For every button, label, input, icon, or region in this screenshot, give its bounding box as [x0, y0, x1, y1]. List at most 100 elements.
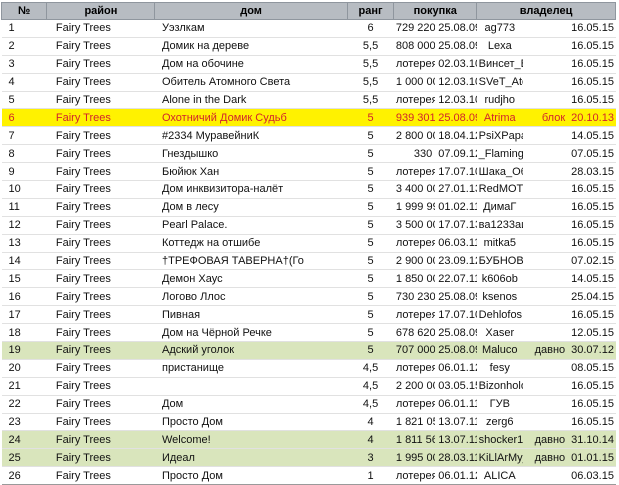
row-house[interactable]	[155, 377, 347, 395]
row-house[interactable]: Домик на дереве	[155, 37, 347, 55]
row-num[interactable]: 10	[2, 181, 47, 199]
row-district[interactable]: Fairy Trees	[46, 430, 155, 449]
row-owner-date[interactable]: 16.05.15	[569, 377, 615, 395]
row-num[interactable]: 21	[2, 377, 47, 395]
row-district[interactable]: Fairy Trees	[47, 306, 155, 324]
row-house[interactable]: Дом	[155, 395, 347, 413]
row-owner[interactable]: zerg6	[477, 413, 523, 431]
row-district[interactable]: Fairy Trees	[47, 252, 155, 270]
row-district[interactable]: Fairy Trees	[46, 108, 155, 127]
row-rank[interactable]: 5	[347, 341, 394, 360]
row-purchase-date[interactable]: 27.01.13	[435, 181, 476, 199]
row-district[interactable]: Fairy Trees	[47, 377, 155, 395]
row-rank[interactable]: 4,5	[347, 359, 394, 377]
row-owner-date[interactable]: 16.05.15	[569, 234, 615, 252]
row-note[interactable]: давно	[522, 341, 570, 360]
row-num[interactable]: 6	[1, 108, 47, 127]
row-num[interactable]: 3	[2, 55, 47, 73]
row-house[interactable]: #2334 МуравейниК	[155, 127, 347, 145]
row-num[interactable]: 7	[2, 127, 47, 145]
row-purchase-date[interactable]: 25.08.09	[435, 324, 476, 342]
row-house[interactable]: пристанище	[155, 359, 347, 377]
row-num[interactable]: 16	[2, 288, 47, 306]
row-purchase-date[interactable]: 17.07.10	[435, 306, 476, 324]
row-num[interactable]: 23	[2, 413, 47, 431]
row-house[interactable]: Демон Хаус	[155, 270, 347, 288]
row-num[interactable]: 18	[2, 324, 47, 342]
table-row[interactable]: 9Fairy TreesБюйюк Хан5лотерея17.07.10Шак…	[1, 163, 616, 181]
table-row[interactable]: 21Fairy Trees 4,52 200 00003.05.15Bizonho…	[1, 377, 616, 396]
row-district[interactable]: Fairy Trees	[47, 413, 155, 431]
row-purchase-date[interactable]: 25.08.09	[435, 37, 476, 55]
row-purchase-date[interactable]: 18.04.12	[435, 127, 476, 145]
row-num[interactable]: 9	[2, 163, 47, 181]
table-row[interactable]: 13 Fairy Trees Коттедж на отшибе 5 лотерея 06…	[1, 234, 616, 253]
row-note[interactable]	[523, 216, 569, 234]
row-num[interactable]: 1	[2, 20, 47, 38]
table-row[interactable]: 1Fairy TreesУэзлкам6729 22025.08.09ag773…	[1, 20, 616, 38]
row-owner[interactable]: ksenos	[477, 288, 523, 306]
row-house[interactable]: Коттедж на отшибе	[155, 234, 347, 252]
row-rank[interactable]: 5	[347, 252, 394, 270]
row-house[interactable]: †ТРЕФОВАЯ ТАВЕРНА†(Го	[155, 252, 347, 270]
row-note[interactable]	[523, 234, 569, 252]
row-owner-date[interactable]: 16.05.15	[569, 216, 615, 234]
row-house[interactable]: Уэзлкам	[155, 20, 347, 38]
row-purchase-date[interactable]: 25.08.09	[435, 341, 477, 360]
row-rank[interactable]: 5	[347, 127, 394, 145]
row-owner[interactable]: ДимаГ	[477, 198, 523, 216]
row-price[interactable]: 2 900 000	[394, 252, 435, 270]
row-num[interactable]: 24	[1, 430, 47, 449]
row-note[interactable]	[523, 270, 569, 288]
row-owner[interactable]: RedMOTODragon	[477, 181, 523, 199]
row-note[interactable]	[523, 37, 569, 55]
row-note[interactable]	[523, 413, 569, 431]
row-num[interactable]: 15	[2, 270, 47, 288]
row-owner[interactable]: Шака_Обре	[477, 163, 523, 181]
row-owner-date[interactable]: 16.05.15	[569, 181, 615, 199]
row-house[interactable]: Адский уголок	[154, 341, 348, 360]
row-price[interactable]: 1 000 000	[394, 73, 435, 91]
row-price[interactable]: лотерея	[394, 359, 435, 377]
row-owner[interactable]: mitka5	[477, 234, 523, 252]
row-owner[interactable]: ГУВ	[477, 395, 523, 413]
row-num[interactable]: 5	[2, 91, 47, 109]
row-owner-date[interactable]: 16.05.15	[569, 20, 615, 38]
row-purchase-date[interactable]: 22.07.11	[435, 270, 476, 288]
row-owner-date[interactable]: 08.05.15	[569, 359, 615, 377]
table-row[interactable]: 5 Fairy Trees Alone in the Dark 5,5 лотерея 1…	[1, 91, 616, 109]
row-owner[interactable]: k606ob	[477, 270, 523, 288]
row-owner[interactable]: Bizonholod	[477, 377, 523, 395]
row-note[interactable]	[523, 288, 569, 306]
row-note[interactable]	[523, 377, 569, 395]
table-row[interactable]: 12Fairy TreesPearl Palace.53 500 00017.0…	[1, 216, 616, 235]
row-price[interactable]: лотерея	[394, 306, 435, 324]
row-owner[interactable]: ва1233аи	[477, 216, 523, 234]
row-house[interactable]: Alone in the Dark	[155, 91, 347, 109]
row-price[interactable]: 730 230	[394, 288, 435, 306]
row-rank[interactable]: 4,5	[347, 377, 394, 395]
table-row[interactable]: 19 Fairy Trees Адский уголок 5 707 000 25.08.…	[1, 341, 616, 360]
row-num[interactable]: 17	[2, 306, 47, 324]
row-rank[interactable]: 5	[347, 145, 394, 163]
row-owner-date[interactable]: 14.05.15	[569, 127, 615, 145]
table-row[interactable]: 2 Fairy Trees Домик на дереве 5,5 808 000 25.…	[1, 37, 616, 56]
header-district[interactable]: район	[46, 2, 156, 20]
table-row[interactable]: 6 Fairy Trees Охотничий Домик Судьб 5 939 30…	[1, 108, 616, 127]
table-row[interactable]: 3 Fairy Trees Дом на обочине 5,5 лотерея 02.0…	[1, 55, 616, 74]
row-purchase-date[interactable]: 17.07.10	[435, 163, 476, 181]
row-purchase-date[interactable]: 12.03.10	[435, 73, 476, 91]
row-purchase-date[interactable]: 13.07.11	[435, 413, 476, 431]
row-house[interactable]: Welcome!	[154, 430, 348, 449]
row-owner-date[interactable]: 16.05.15	[569, 395, 615, 413]
row-purchase-date[interactable]: 06.03.11	[435, 234, 476, 252]
row-purchase-date[interactable]: 07.09.12	[435, 145, 476, 163]
row-purchase-date[interactable]: 25.08.09	[435, 288, 476, 306]
row-price[interactable]: лотерея	[394, 395, 435, 413]
row-note[interactable]: блок	[522, 108, 570, 127]
row-owner-date[interactable]: 06.03.15	[569, 467, 615, 485]
row-price[interactable]: 808 000	[394, 37, 435, 55]
row-price[interactable]: лотерея	[394, 55, 435, 73]
header-purchase[interactable]: покупка	[393, 2, 478, 20]
table-row[interactable]: 4 Fairy Trees Обитель Атомного Света 5,5 1 0…	[1, 73, 616, 92]
